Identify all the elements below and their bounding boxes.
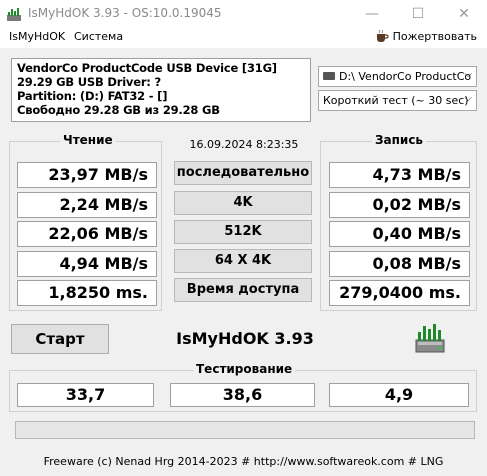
status-bar: Freeware (c) Nenad Hrg 2014-2023 # http:… [43, 455, 444, 468]
64x4k-test-button[interactable]: 64 X 4K [174, 249, 312, 273]
test-mode-value: Короткий тест (~ 30 sec) [323, 94, 469, 107]
drive-info-panel: VendorCo ProductCode USB Device [31G] 29… [11, 58, 311, 122]
write-4k-value: 0,02 MB/s [329, 192, 470, 218]
drive-icon [323, 72, 335, 80]
drive-select[interactable]: D:\ VendorCo ProductCo ⌵ [318, 66, 477, 87]
menu-system[interactable]: Система [74, 30, 123, 43]
read-label: Чтение [60, 133, 116, 147]
menu-bar: IsMyHdOK Система Пожертвовать [0, 28, 487, 48]
sequential-test-button[interactable]: последовательно [174, 161, 312, 185]
access-time-test-button[interactable]: Время доступа [174, 278, 312, 302]
4k-test-button[interactable]: 4K [174, 191, 312, 215]
donate-link[interactable]: Пожертвовать [375, 29, 477, 43]
title-bar: IsMyHdOK 3.93 - OS:10.0.19045 — ☐ ✕ [0, 0, 487, 28]
close-button[interactable]: ✕ [441, 0, 487, 28]
app-name: IsMyHdOK 3.93 [176, 329, 314, 348]
test-datetime: 16.09.2024 8:23:35 [189, 138, 299, 151]
512k-test-button[interactable]: 512K [174, 220, 312, 244]
hard-drive-icon [415, 324, 445, 353]
read-sequential-value: 23,97 MB/s [17, 162, 157, 188]
write-64x4k-value: 0,08 MB/s [329, 251, 470, 277]
drive-free-space: Свободно 29.28 GB из 29.28 GB [17, 103, 220, 117]
chevron-down-icon: ⌵ [464, 69, 472, 80]
testing-label: Тестирование [193, 362, 296, 376]
write-label: Запись [372, 133, 427, 147]
testing-total-score: 38,6 [170, 383, 315, 407]
progress-bar [15, 421, 475, 439]
start-button[interactable]: Старт [11, 324, 109, 354]
test-mode-select[interactable]: Короткий тест (~ 30 sec) ⌵ [318, 90, 477, 111]
chevron-down-icon: ⌵ [464, 93, 472, 104]
read-512k-value: 22,06 MB/s [17, 221, 157, 247]
maximize-button[interactable]: ☐ [395, 0, 441, 28]
read-access-time-value: 1,8250 ms. [17, 280, 157, 306]
minimize-button[interactable]: — [349, 0, 395, 28]
drive-select-value: D:\ VendorCo ProductCo [339, 70, 472, 83]
read-64x4k-value: 4,94 MB/s [17, 251, 157, 277]
app-icon [7, 8, 21, 21]
window-title: IsMyHdOK 3.93 - OS:10.0.19045 [28, 6, 222, 20]
drive-partition: Partition: (D:) FAT32 - [] [17, 89, 168, 103]
donate-label: Пожертвовать [392, 30, 477, 43]
menu-ismyhdok[interactable]: IsMyHdOK [9, 30, 65, 43]
coffee-cup-icon [376, 29, 389, 42]
write-sequential-value: 4,73 MB/s [329, 162, 470, 188]
testing-read-score: 33,7 [17, 383, 154, 407]
write-512k-value: 0,40 MB/s [329, 221, 470, 247]
drive-size: 29.29 GB USB Driver: ? [17, 75, 161, 89]
read-4k-value: 2,24 MB/s [17, 192, 157, 218]
write-access-time-value: 279,0400 ms. [329, 280, 470, 306]
testing-write-score: 4,9 [329, 383, 469, 407]
drive-name: VendorCo ProductCode USB Device [31G] [17, 61, 277, 75]
